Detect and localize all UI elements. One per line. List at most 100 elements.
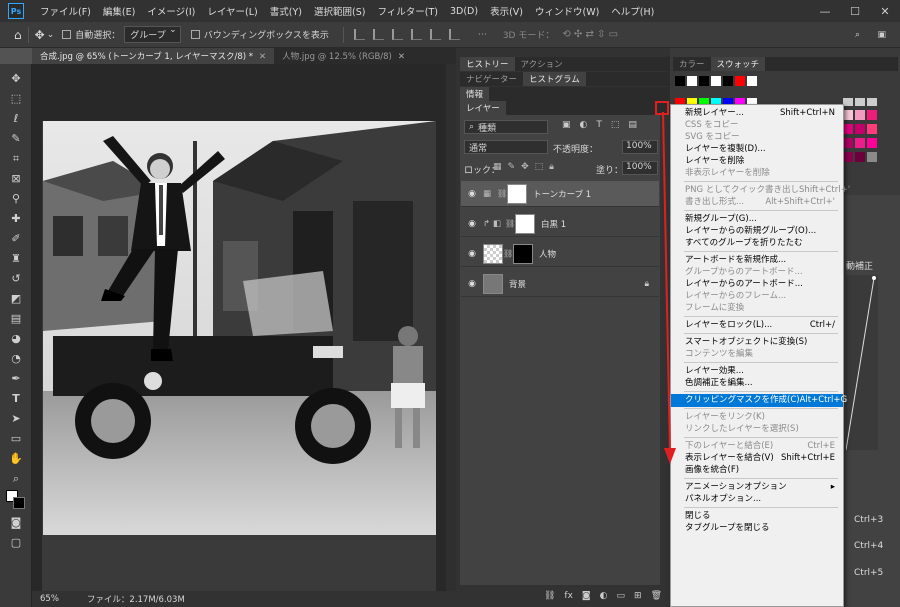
align-middle-icon[interactable] (429, 29, 441, 40)
eraser-tool-icon[interactable]: ◩ (9, 292, 23, 306)
link-layers-icon[interactable]: ⛓︎ (544, 591, 555, 601)
tab-histogram[interactable]: ヒストグラム (523, 72, 586, 86)
bounding-box-checkbox[interactable] (190, 30, 200, 39)
layer-name[interactable]: トーンカーブ 1 (533, 188, 591, 200)
curves-graph[interactable] (846, 275, 878, 450)
home-icon[interactable]: ⌂ (14, 28, 22, 42)
menu-item[interactable]: 画像を統合(F) (671, 464, 843, 477)
menu-filter[interactable]: フィルター(T) (371, 4, 444, 18)
align-top-icon[interactable] (410, 29, 422, 40)
blur-tool-icon[interactable]: ◕ (9, 332, 23, 346)
lock-pixels-icon[interactable]: ▦ (493, 162, 502, 172)
close-icon[interactable]: ✕ (398, 52, 405, 62)
brush-tool-icon[interactable]: ✐ (9, 232, 23, 246)
menu-view[interactable]: 表示(V) (484, 4, 529, 18)
distribute-icon[interactable]: ⋯ (478, 30, 487, 40)
tab-person[interactable]: 人物.jpg @ 12.5% (RGB/8) ✕ (274, 48, 413, 64)
layer-name[interactable]: 背景 (509, 278, 526, 290)
layer-thumbnail[interactable] (483, 243, 503, 264)
tab-color[interactable]: カラー (673, 57, 711, 71)
tab-actions[interactable]: アクション (515, 57, 569, 71)
quick-select-tool-icon[interactable]: ✎ (9, 132, 23, 146)
menu-image[interactable]: イメージ(I) (141, 4, 201, 18)
layer-mask-thumbnail[interactable] (513, 243, 533, 264)
adjustment-icon[interactable]: ◐ (600, 591, 608, 601)
lock-paint-icon[interactable]: ✎ (508, 162, 516, 172)
close-window-button[interactable]: ✕ (870, 0, 900, 22)
type-tool-icon[interactable]: T (9, 392, 23, 406)
layer-row-background[interactable]: ◉ 背景 🔒︎ (461, 271, 659, 297)
hand-tool-icon[interactable]: ✋ (9, 452, 23, 466)
menu-item[interactable]: 書き出し形式... Alt+Shift+Ctrl+' (671, 196, 843, 209)
tab-history[interactable]: ヒストリー (460, 57, 515, 71)
menu-item[interactable]: クリッピングマスクを作成(C) Alt+Ctrl+G (671, 394, 847, 407)
shape-filter-icon[interactable]: ⬚ (611, 120, 620, 134)
layer-mask-thumbnail[interactable] (507, 183, 527, 204)
quick-mask-icon[interactable]: ◙ (9, 516, 23, 530)
chevron-down-icon[interactable]: ⌄ (47, 30, 55, 40)
smart-object-filter-icon[interactable]: ▤ (628, 120, 637, 134)
tab-layers[interactable]: レイヤー (460, 101, 506, 115)
layer-name[interactable]: 白黒 1 (541, 218, 566, 230)
menu-layer[interactable]: レイヤー(L) (201, 4, 263, 18)
folder-icon[interactable]: ▭ (617, 591, 626, 601)
add-mask-icon[interactable]: ◙ (582, 591, 591, 601)
menu-item[interactable]: レイヤーをロック(L)... Ctrl+/ (671, 319, 843, 332)
frame-tool-icon[interactable]: ⊠ (9, 172, 23, 186)
menu-3d[interactable]: 3D(D) (444, 6, 484, 17)
menu-type[interactable]: 書式(Y) (264, 4, 308, 18)
layer-row-person[interactable]: ◉ ⛓︎ 人物 (461, 241, 659, 267)
composite-photo[interactable] (43, 121, 436, 535)
trash-icon[interactable]: 🗑︎ (651, 591, 662, 601)
type-filter-icon[interactable]: T (596, 120, 602, 134)
menu-item[interactable]: フレームに変換 (671, 302, 843, 315)
tab-info[interactable]: 情報 (460, 87, 490, 101)
menu-item[interactable]: リンクしたレイヤーを選択(S) (671, 423, 843, 436)
crop-tool-icon[interactable]: ⌗ (9, 152, 23, 166)
layer-mask-thumbnail[interactable] (515, 213, 535, 234)
background-color-swatch[interactable] (13, 497, 25, 509)
lasso-tool-icon[interactable]: ℓ (9, 112, 23, 126)
canvas-scrollbar[interactable] (446, 64, 456, 591)
new-layer-icon[interactable]: ⊞ (634, 591, 642, 601)
layer-thumbnail[interactable] (483, 273, 503, 294)
align-right-icon[interactable] (391, 29, 403, 40)
menu-file[interactable]: ファイル(F) (34, 4, 97, 18)
marquee-tool-icon[interactable]: ⬚ (9, 92, 23, 106)
auto-select-dropdown[interactable]: グループ (124, 25, 181, 43)
tab-navigator[interactable]: ナビゲーター (460, 72, 523, 86)
close-icon[interactable]: ✕ (259, 52, 266, 62)
auto-select-checkbox[interactable] (62, 30, 72, 39)
link-icon[interactable]: ⛓︎ (505, 219, 515, 228)
align-left-icon[interactable] (353, 29, 365, 40)
move-tool-icon[interactable]: ✥ (35, 28, 45, 42)
eyedropper-tool-icon[interactable]: ⚲ (9, 192, 23, 206)
lock-all-icon[interactable]: 🔒︎ (549, 162, 554, 172)
tab-composite[interactable]: 合成.jpg @ 65% (トーンカーブ 1, レイヤーマスク/8) * ✕ (32, 48, 275, 64)
lock-move-icon[interactable]: ✥ (521, 162, 529, 172)
layer-row-bw[interactable]: ◉ ↱ ◧ ⛓︎ 白黒 1 (461, 211, 659, 237)
dodge-tool-icon[interactable]: ◔ (9, 352, 23, 366)
adjustment-filter-icon[interactable]: ◐ (580, 120, 588, 134)
gradient-tool-icon[interactable]: ▤ (9, 312, 23, 326)
lock-artboard-icon[interactable]: ⬚ (535, 162, 544, 172)
menu-item[interactable]: 色調補正を編集... (671, 377, 843, 390)
menu-item[interactable]: 非表示レイヤーを削除 (671, 167, 843, 180)
stamp-tool-icon[interactable]: ♜ (9, 252, 23, 266)
workspace-icon[interactable]: ▣ (877, 30, 886, 40)
maximize-button[interactable]: ☐ (840, 0, 870, 22)
screen-mode-icon[interactable]: ▢ (9, 536, 23, 550)
eye-icon[interactable]: ◉ (461, 219, 483, 229)
zoom-tool-icon[interactable]: ⌕ (9, 472, 23, 486)
menu-window[interactable]: ウィンドウ(W) (529, 4, 605, 18)
menu-item[interactable]: コンテンツを編集 (671, 348, 843, 361)
3d-tools-icon[interactable]: ⟲ ✣ ⇄ ⇳ ▭ (562, 29, 618, 40)
eye-icon[interactable]: ◉ (461, 249, 483, 259)
auto-adjust-label[interactable]: 動補正 (846, 259, 873, 272)
align-center-icon[interactable] (372, 29, 384, 40)
eye-icon[interactable]: ◉ (461, 189, 483, 199)
path-select-tool-icon[interactable]: ➤ (9, 412, 23, 426)
menu-item[interactable]: タブグループを閉じる (671, 522, 843, 535)
shape-tool-icon[interactable]: ▭ (9, 432, 23, 446)
link-icon[interactable]: ⛓︎ (503, 249, 513, 258)
